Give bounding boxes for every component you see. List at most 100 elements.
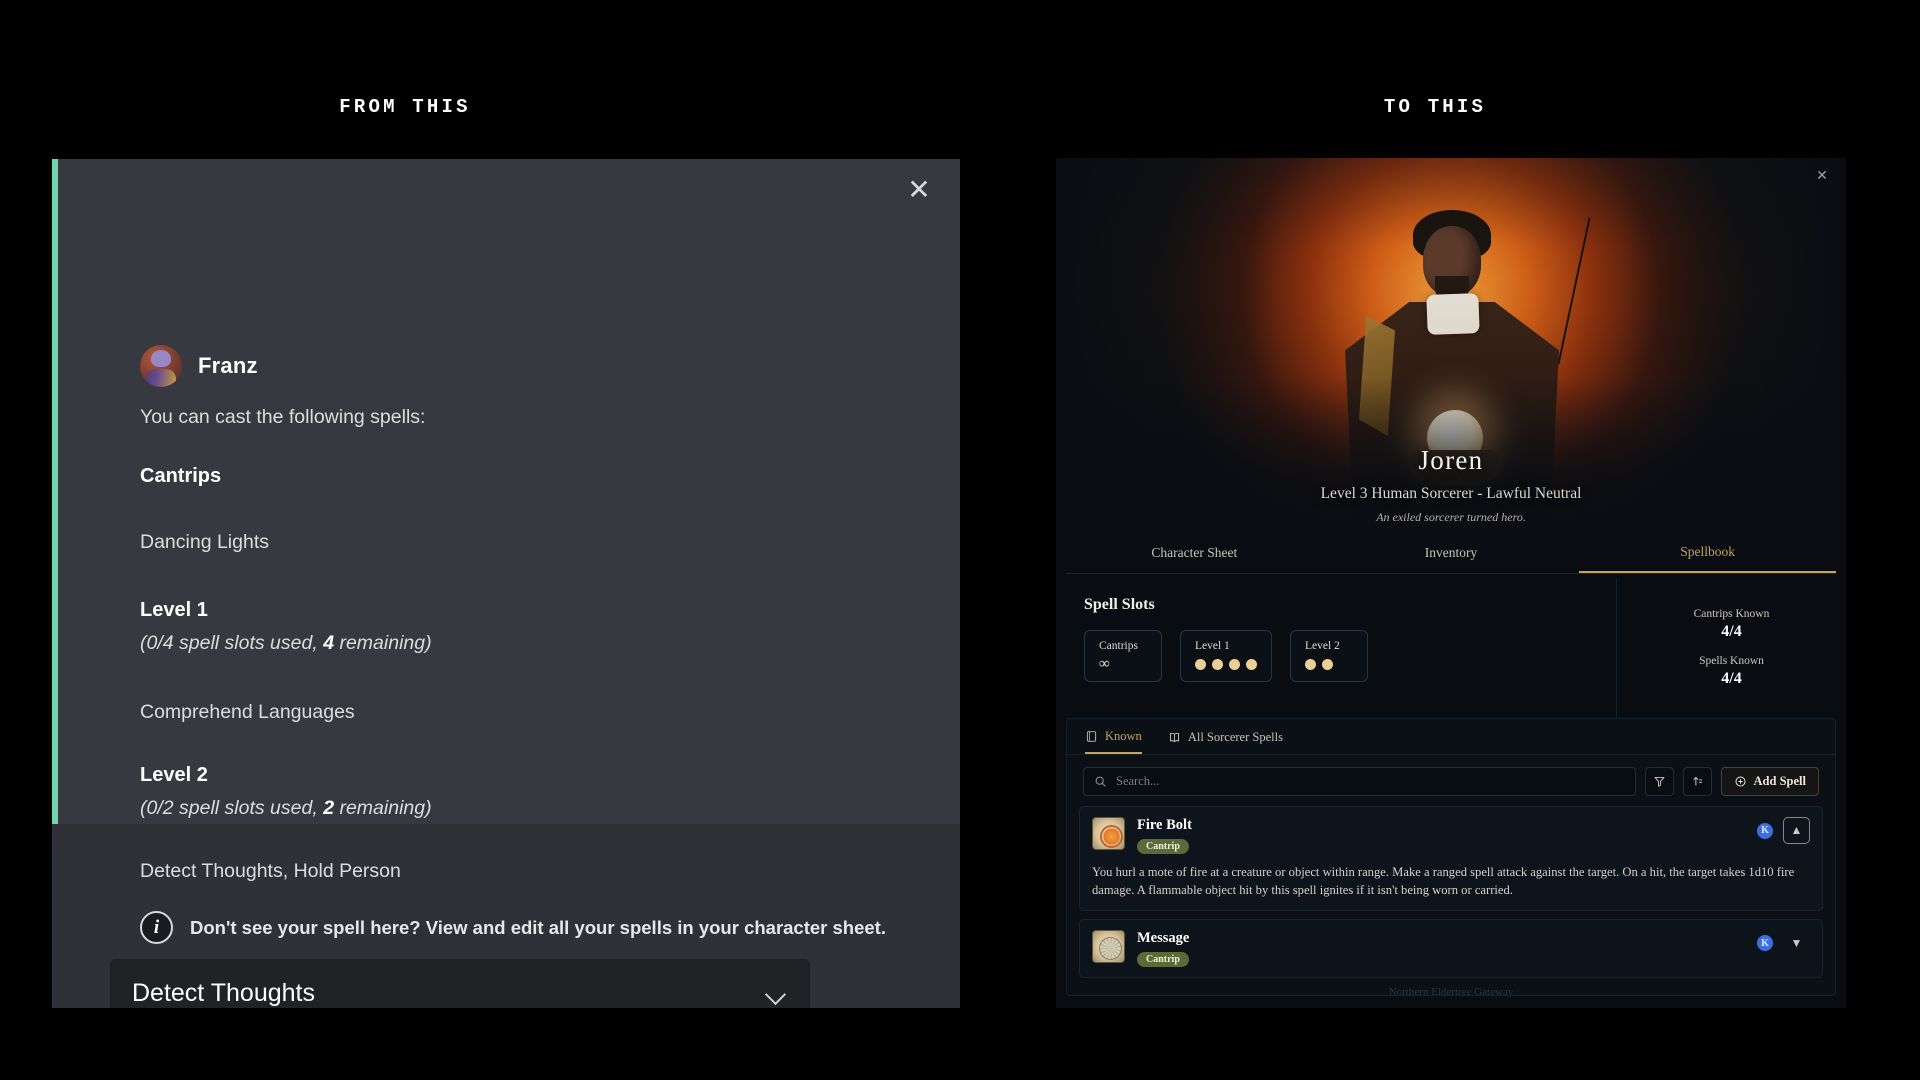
close-icon[interactable]: ✕: [900, 171, 938, 209]
fire-bolt-icon: [1092, 817, 1125, 850]
plus-circle-icon: [1734, 775, 1747, 788]
level1-slots-remaining: 4: [323, 632, 334, 654]
level1-list: Comprehend Languages: [140, 701, 355, 724]
book-open-icon: [1168, 731, 1181, 744]
search-input[interactable]: [1116, 774, 1625, 789]
spell-slot-card-level-1[interactable]: Level 1: [1180, 630, 1272, 682]
info-callout-text: Don't see your spell here? View and edit…: [190, 917, 886, 939]
slot-pips: [1195, 659, 1257, 670]
slot-pip[interactable]: [1322, 659, 1333, 670]
spell-search-toolbar: Add Spell: [1067, 755, 1835, 806]
cast-spell-dialog: ✕ Franz You can cast the following spell…: [52, 159, 960, 1008]
subtab-label: Known: [1105, 729, 1142, 744]
chevron-down-icon: [766, 982, 788, 1004]
spell-info: Fire Bolt Cantrip: [1137, 817, 1745, 854]
cantrips-heading: Cantrips: [140, 465, 221, 488]
filter-icon[interactable]: [1645, 767, 1674, 796]
footer-note: Northern Eldertree Gateway: [1056, 986, 1846, 998]
stat-value: 4/4: [1699, 670, 1764, 688]
subtab-known[interactable]: Known: [1085, 729, 1142, 754]
spell-list-subtabs: Known All Sorcerer Spells: [1067, 719, 1835, 755]
subtab-label: All Sorcerer Spells: [1188, 730, 1283, 745]
spell-slots-panel: Spell Slots Cantrips ∞ Level 1: [1056, 578, 1616, 718]
intro-text: You can cast the following spells:: [140, 406, 425, 429]
stat-spells-known: Spells Known 4/4: [1699, 655, 1764, 688]
spell-list-panel: Known All Sorcerer Spells: [1066, 718, 1836, 996]
spell-slot-card-cantrips[interactable]: Cantrips ∞: [1084, 630, 1162, 682]
book-closed-icon: [1085, 730, 1098, 743]
character-sheet-modal: ✕ Joren Level 3 Human Sorcerer - Lawful …: [1056, 158, 1846, 1008]
slot-label: Level 2: [1305, 640, 1353, 652]
message-author: Franz: [140, 345, 258, 387]
level2-list: Detect Thoughts, Hold Person: [140, 860, 401, 883]
spell-header: Message Cantrip K ▼: [1092, 930, 1810, 967]
spell-select-dropdown[interactable]: Detect Thoughts: [110, 959, 810, 1008]
sort-icon[interactable]: [1683, 767, 1712, 796]
character-tabs: Character Sheet Inventory Spellbook: [1066, 540, 1836, 574]
add-spell-label: Add Spell: [1754, 774, 1806, 789]
spell-info: Message Cantrip: [1137, 930, 1745, 967]
slot-label: Level 1: [1195, 640, 1257, 652]
level2-slots-post: remaining): [334, 797, 432, 819]
stat-label: Cantrips Known: [1694, 608, 1770, 620]
spell-name: Message: [1137, 930, 1745, 947]
message-spell-icon: [1092, 930, 1125, 963]
chevron-down-icon[interactable]: ▼: [1783, 930, 1810, 957]
spell-level-badge: Cantrip: [1137, 952, 1189, 967]
screenshot-canvas: FROM THIS TO THIS ✕ Franz You can cast t…: [0, 0, 1920, 1080]
slot-pip[interactable]: [1305, 659, 1316, 670]
spell-description: You hurl a mote of fire at a creature or…: [1092, 863, 1810, 900]
level1-heading: Level 1: [140, 599, 208, 622]
stat-label: Spells Known: [1699, 655, 1764, 667]
level2-slots-pre: (0/2 spell slots used,: [140, 797, 323, 819]
message-accent-bar: [52, 159, 58, 824]
spell-list-item-fire-bolt[interactable]: Fire Bolt Cantrip K ▲ You hurl a mote of…: [1079, 806, 1823, 911]
slot-pip[interactable]: [1195, 659, 1206, 670]
spell-actions: K ▼: [1757, 930, 1810, 957]
search-icon: [1094, 775, 1107, 788]
slot-pip[interactable]: [1229, 659, 1240, 670]
spell-name: Fire Bolt: [1137, 817, 1745, 834]
infinity-icon: ∞: [1099, 659, 1147, 670]
spell-select-value: Detect Thoughts: [132, 979, 315, 1008]
cantrips-list: Dancing Lights: [140, 531, 269, 554]
slot-pips: [1305, 659, 1353, 670]
avatar: [140, 345, 182, 387]
spell-level-badge: Cantrip: [1137, 839, 1189, 854]
spell-slot-card-level-2[interactable]: Level 2: [1290, 630, 1368, 682]
add-spell-button[interactable]: Add Spell: [1721, 767, 1819, 796]
level1-slots-post: remaining): [334, 632, 432, 654]
slot-pip[interactable]: [1212, 659, 1223, 670]
slot-label: Cantrips: [1099, 640, 1147, 652]
info-icon: i: [140, 911, 173, 944]
stat-value: 4/4: [1694, 623, 1770, 641]
spell-header: Fire Bolt Cantrip K ▲: [1092, 817, 1810, 854]
spell-message-scroll: [52, 159, 960, 824]
known-badge: K: [1757, 823, 1773, 839]
known-badge: K: [1757, 935, 1773, 951]
known-stats-panel: Cantrips Known 4/4 Spells Known 4/4: [1616, 578, 1846, 718]
character-name: Joren: [1056, 445, 1846, 476]
stat-cantrips-known: Cantrips Known 4/4: [1694, 608, 1770, 641]
tab-character-sheet[interactable]: Character Sheet: [1066, 540, 1323, 573]
level1-slots: (0/4 spell slots used, 4 remaining): [140, 632, 432, 655]
author-name: Franz: [198, 353, 258, 379]
level2-slots: (0/2 spell slots used, 2 remaining): [140, 797, 432, 820]
tab-inventory[interactable]: Inventory: [1323, 540, 1580, 573]
spell-actions: K ▲: [1757, 817, 1810, 844]
search-field[interactable]: [1083, 767, 1636, 796]
to-this-label: TO THIS: [1320, 96, 1550, 118]
subtab-all-sorcerer-spells[interactable]: All Sorcerer Spells: [1168, 729, 1283, 754]
spell-slots-title: Spell Slots: [1084, 596, 1616, 614]
spell-list-item-message[interactable]: Message Cantrip K ▼: [1079, 919, 1823, 978]
tab-spellbook[interactable]: Spellbook: [1579, 540, 1836, 573]
chevron-up-icon[interactable]: ▲: [1783, 817, 1810, 844]
spell-slots-section: Spell Slots Cantrips ∞ Level 1: [1056, 578, 1846, 718]
level2-slots-remaining: 2: [323, 797, 334, 819]
close-icon[interactable]: ✕: [1812, 166, 1832, 186]
character-tagline: An exiled sorcerer turned hero.: [1056, 510, 1846, 525]
spell-slot-cards: Cantrips ∞ Level 1 Level 2: [1084, 630, 1616, 682]
level2-heading: Level 2: [140, 764, 208, 787]
level1-slots-pre: (0/4 spell slots used,: [140, 632, 323, 654]
slot-pip[interactable]: [1246, 659, 1257, 670]
